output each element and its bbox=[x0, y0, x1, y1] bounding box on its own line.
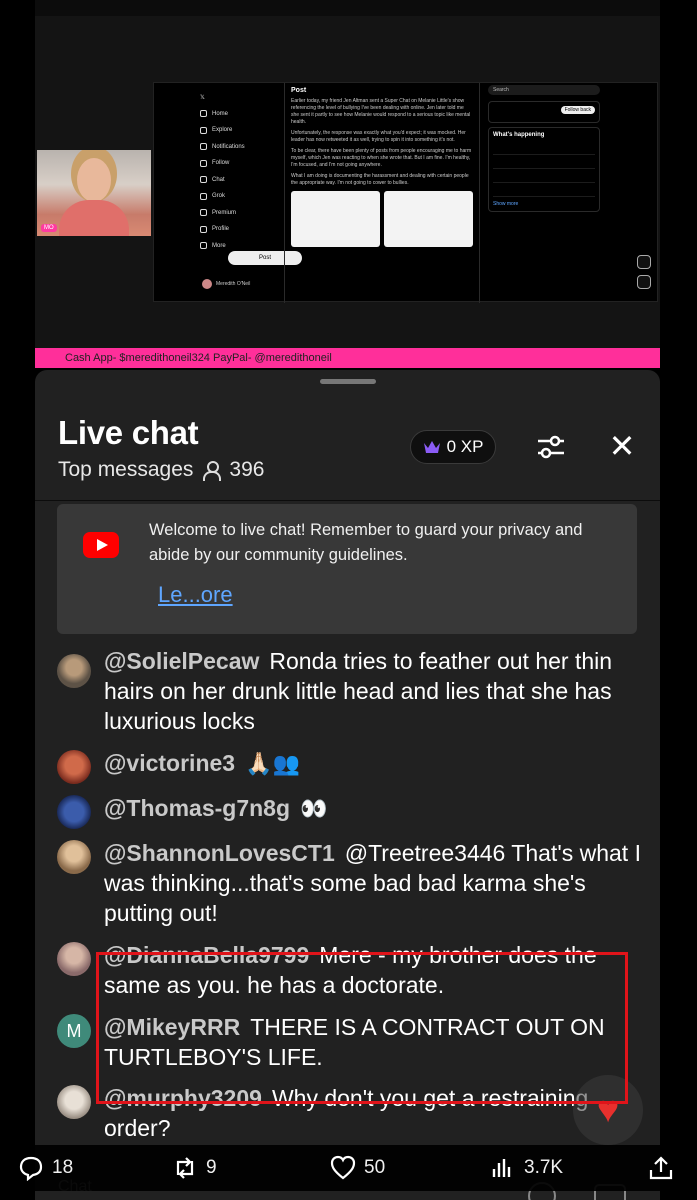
bell-icon bbox=[200, 143, 207, 151]
x-follow-card: Follow back bbox=[488, 101, 600, 123]
heart-outline-icon bbox=[330, 1155, 356, 1180]
x-post-paragraph: To be clear, there have been plenty of p… bbox=[291, 148, 472, 168]
x-post-image bbox=[384, 191, 473, 247]
welcome-message: Welcome to live chat! Remember to guard … bbox=[57, 504, 637, 634]
crown-icon bbox=[423, 441, 440, 453]
x-search: Search bbox=[488, 85, 600, 95]
message-text: 🙏🏻👥 bbox=[245, 751, 300, 776]
grok-icon bbox=[200, 192, 207, 200]
like-button[interactable]: 50 bbox=[330, 1155, 385, 1181]
x-side-icons bbox=[637, 255, 651, 289]
avatar[interactable] bbox=[57, 795, 91, 829]
x-user-chip: Meredith O'Neil bbox=[202, 279, 250, 289]
x-icon bbox=[200, 209, 207, 217]
divider bbox=[35, 500, 660, 501]
youtube-icon bbox=[83, 532, 119, 558]
x-post-column: Post Earlier today, my friend Jen Altman… bbox=[284, 83, 480, 303]
x-post-title: Post bbox=[291, 87, 307, 94]
like-count: 50 bbox=[364, 1157, 386, 1178]
x-nav-home: Home bbox=[200, 106, 280, 123]
video-player[interactable]: MO 𝕏 Home Explore Notifications Follow C… bbox=[35, 0, 660, 348]
close-icon[interactable]: ✕ bbox=[607, 430, 637, 462]
reply-count: 18 bbox=[52, 1157, 74, 1178]
xp-label: 0 XP bbox=[446, 437, 484, 456]
follow-icon bbox=[200, 159, 207, 167]
reply-icon bbox=[19, 1156, 43, 1181]
grok-icon bbox=[637, 255, 651, 269]
reply-button[interactable]: 18 bbox=[18, 1155, 73, 1181]
x-nav-profile: Profile bbox=[200, 221, 280, 238]
x-post-paragraph: Earlier today, my friend Jen Altman sent… bbox=[291, 98, 471, 125]
search-icon bbox=[200, 126, 207, 134]
avatar[interactable] bbox=[57, 654, 91, 688]
message-author[interactable]: @Thomas-g7n8g bbox=[104, 795, 290, 821]
x-nav: 𝕏 Home Explore Notifications Follow Chat… bbox=[200, 89, 280, 254]
profile-icon bbox=[200, 225, 207, 233]
message-author[interactable]: @ShannonLovesCT1 bbox=[104, 840, 335, 866]
x-nav-premium: Premium bbox=[200, 205, 280, 222]
x-nav-follow: Follow bbox=[200, 155, 280, 172]
webcam-overlay: MO bbox=[37, 150, 151, 236]
mail-icon bbox=[200, 176, 207, 184]
x-nav-notifications: Notifications bbox=[200, 139, 280, 156]
filter-settings-icon[interactable] bbox=[535, 432, 567, 462]
xp-button[interactable]: 0 XP bbox=[410, 430, 496, 464]
repost-count: 9 bbox=[206, 1157, 217, 1178]
post-action-bar: 18 9 50 3.7K bbox=[0, 1145, 697, 1191]
view-count: 3.7K bbox=[524, 1157, 564, 1178]
avatar[interactable] bbox=[57, 1085, 91, 1119]
x-post-paragraph: What I am doing is documenting the haras… bbox=[291, 173, 469, 186]
analytics-icon bbox=[492, 1159, 511, 1177]
video-top-bar bbox=[35, 0, 660, 16]
learn-more-link[interactable]: Le...ore bbox=[158, 582, 233, 608]
x-trend bbox=[493, 141, 595, 155]
streamer-body bbox=[59, 200, 129, 236]
webcam-badge: MO bbox=[41, 224, 57, 232]
x-nav-explore: Explore bbox=[200, 122, 280, 139]
shared-x-screenshot: 𝕏 Home Explore Notifications Follow Chat… bbox=[153, 82, 658, 303]
donation-banner: Cash App- $meredithoneil324 PayPal- @mer… bbox=[35, 348, 660, 368]
chat-title: Live chat bbox=[58, 414, 199, 451]
x-right-column: Search Follow back What's happening Show… bbox=[488, 85, 600, 216]
streamer-head bbox=[77, 158, 111, 202]
red-highlight-annotation bbox=[96, 952, 628, 1104]
x-post-paragraph: Unfortunately, the response was exactly … bbox=[291, 130, 466, 143]
share-button[interactable] bbox=[648, 1155, 674, 1181]
x-show-more: Show more bbox=[493, 201, 519, 207]
x-logo: 𝕏 bbox=[200, 94, 205, 101]
avatar bbox=[202, 279, 212, 289]
x-post-image bbox=[291, 191, 380, 247]
x-trends-heading: What's happening bbox=[493, 132, 545, 138]
home-icon bbox=[200, 110, 207, 118]
more-icon bbox=[200, 242, 207, 250]
viewer-count: 396 bbox=[229, 458, 265, 481]
x-trend bbox=[493, 155, 595, 169]
x-trend bbox=[493, 169, 595, 183]
repost-button[interactable]: 9 bbox=[172, 1155, 217, 1181]
x-follow-back: Follow back bbox=[560, 106, 595, 114]
chat-mode-label: Top messages bbox=[58, 458, 194, 481]
repost-icon bbox=[176, 1157, 194, 1179]
x-nav-chat: Chat bbox=[200, 172, 280, 189]
message-author[interactable]: @SolielPecaw bbox=[104, 648, 259, 674]
x-post-images bbox=[291, 191, 473, 247]
avatar[interactable] bbox=[57, 942, 91, 976]
share-icon bbox=[649, 1156, 673, 1180]
avatar[interactable]: M bbox=[57, 1014, 91, 1048]
welcome-text: Welcome to live chat! Remember to guard … bbox=[149, 521, 583, 564]
views-button[interactable]: 3.7K bbox=[490, 1155, 563, 1181]
message-text: 👀 bbox=[300, 796, 328, 821]
x-trends-card: What's happening Show more bbox=[488, 127, 600, 212]
messages-icon bbox=[637, 275, 651, 289]
avatar[interactable] bbox=[57, 840, 91, 874]
viewers-icon bbox=[203, 461, 222, 481]
drag-handle[interactable] bbox=[320, 379, 376, 384]
x-nav-grok: Grok bbox=[200, 188, 280, 205]
chat-mode-selector[interactable]: Top messages 396 bbox=[58, 458, 264, 482]
avatar[interactable] bbox=[57, 750, 91, 784]
x-trend bbox=[493, 183, 595, 197]
message-author[interactable]: @victorine3 bbox=[104, 750, 235, 776]
